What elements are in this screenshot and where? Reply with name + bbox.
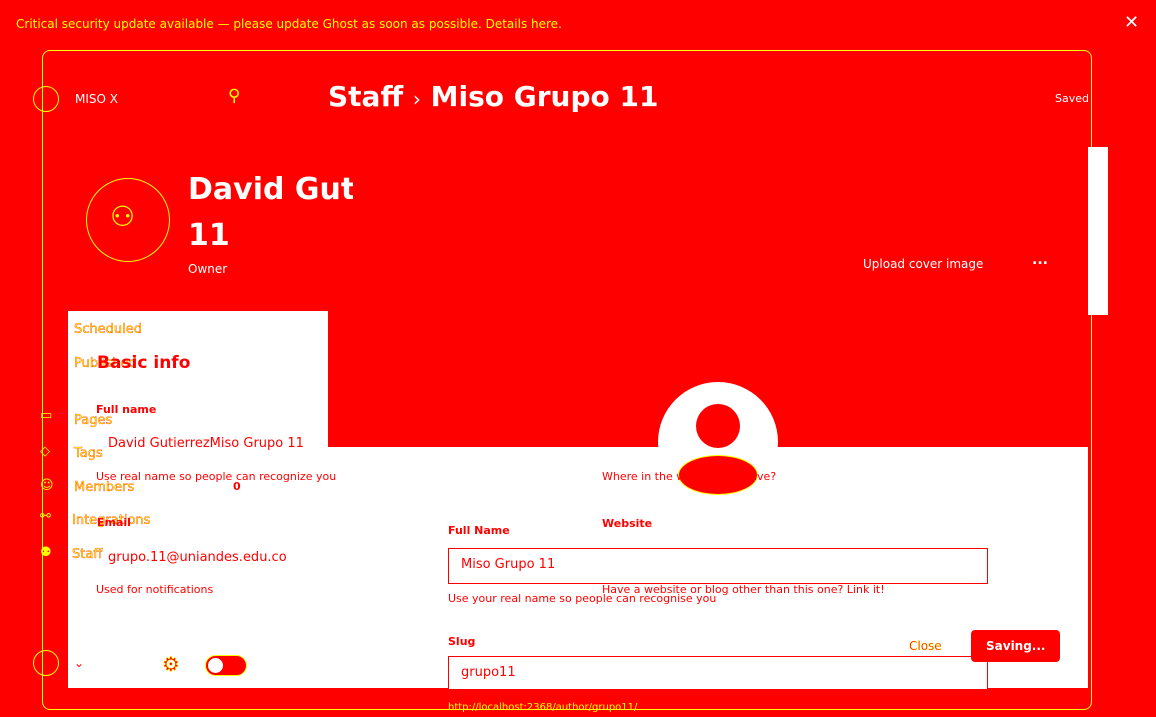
profile-name: David Gutierrez [188,172,353,207]
profile-role: Owner [188,262,228,276]
slug-url: http://localhost:2368/author/grupo11/ [448,702,638,713]
breadcrumb-staff-link[interactable]: Staff [328,80,403,113]
profile-name-line2: 11 [188,218,230,253]
user-avatar-menu[interactable] [33,650,59,676]
email-label: Email [97,516,131,529]
close-banner-icon[interactable]: ✕ [1124,12,1139,33]
close-button[interactable]: Close [909,639,942,653]
site-name[interactable]: MISO X [75,92,118,106]
full-name-value: David GutierrezMiso Grupo 11 [108,436,304,451]
full-name-field-help: Use your real name so people can recogni… [448,592,717,605]
basic-info-title: Basic info [97,353,191,373]
scrollbar[interactable] [1088,147,1108,315]
full-name-label: Full name [96,403,157,416]
breadcrumb: Staff › Miso Grupo 11 [328,80,658,113]
upload-cover-button[interactable]: Upload cover image [863,257,983,271]
staff-icon: ⚉ [40,545,52,560]
site-logo-icon [33,86,59,112]
saving-button[interactable]: Saving... [971,630,1060,662]
update-banner[interactable]: Critical security update available — ple… [16,17,562,31]
sidebar-item-tags[interactable]: Tags [74,446,103,461]
saved-status-button[interactable]: Saved [1055,92,1089,105]
tag-icon: ◇ [40,444,50,459]
full-name-help: Use real name so people can recognize yo… [96,470,337,483]
email-value: grupo.11@uniandes.edu.co [108,550,287,565]
user-icon: ⚇ [110,200,136,233]
members-icon: ☺ [40,478,54,493]
sidebar-item-staff[interactable]: Staff [72,547,103,562]
slug-label: Slug [448,635,476,648]
breadcrumb-separator: › [412,87,421,111]
full-name-field-label: Full Name [448,524,510,537]
gear-icon[interactable]: ⚙ [162,652,180,677]
breadcrumb-current: Miso Grupo 11 [430,80,659,113]
full-name-input[interactable]: Miso Grupo 11 [448,548,988,584]
website-label: Website [602,517,653,530]
chevron-down-icon[interactable]: ⌄ [74,656,84,670]
email-help: Used for notifications [96,583,214,596]
pages-icon: ▭ [40,408,53,423]
search-icon[interactable]: ⚲ [228,86,240,106]
location-help: Where in the world do you live? [602,470,777,483]
user-avatar-icon [696,404,740,448]
dark-mode-toggle[interactable] [205,655,247,676]
more-actions-button[interactable]: ... [1032,252,1048,268]
integrations-icon: ⚯ [40,509,51,524]
sidebar-item-scheduled[interactable]: Scheduled [74,322,142,337]
slug-input[interactable]: grupo11 [448,656,988,690]
